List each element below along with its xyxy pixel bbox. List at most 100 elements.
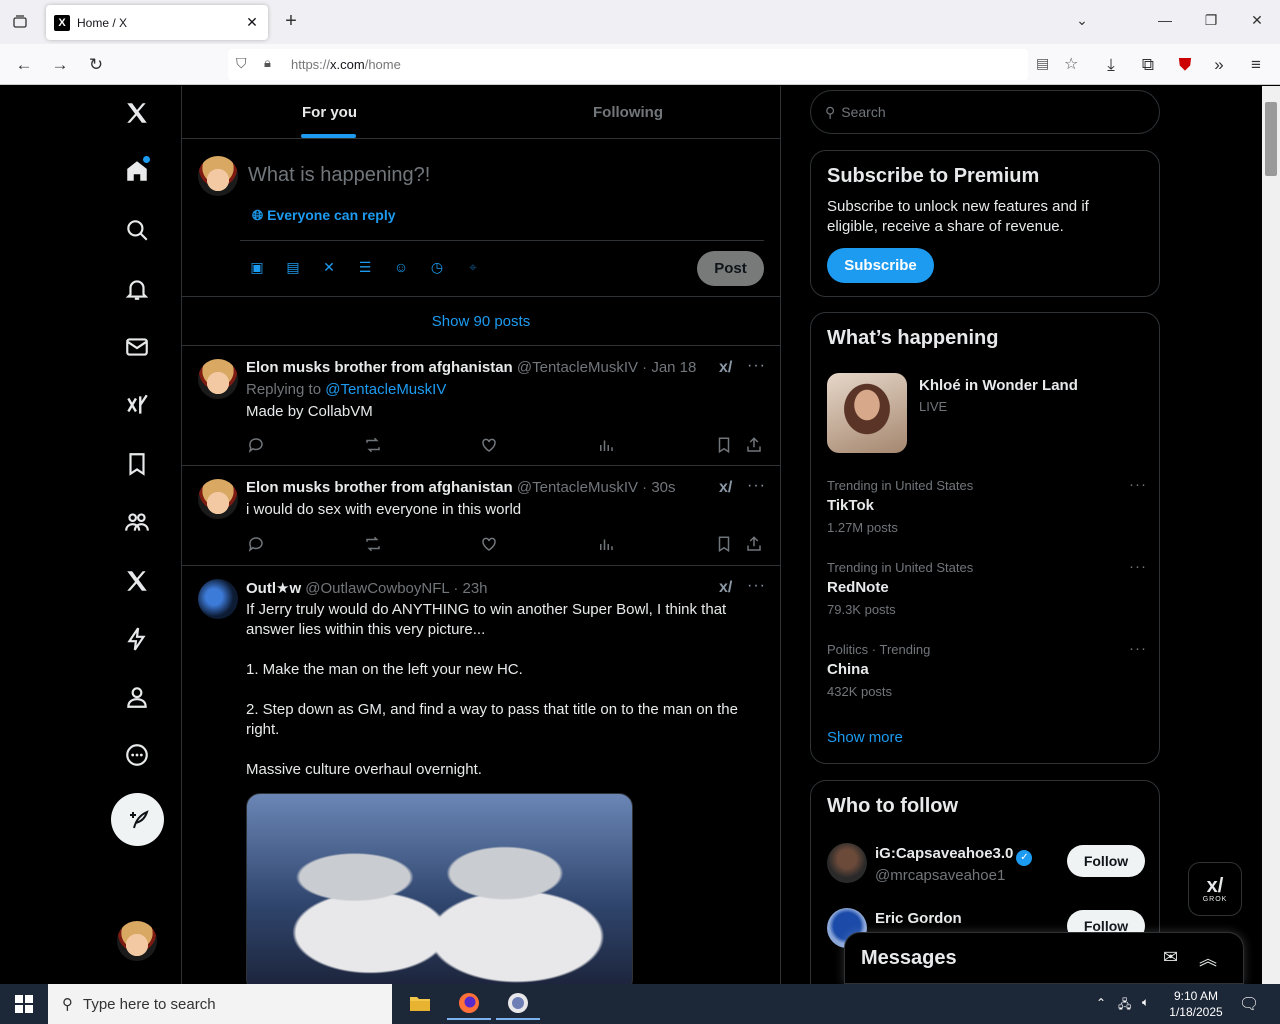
back-icon[interactable]: ← [12,53,36,77]
list-all-tabs-icon[interactable]: ⌄ [1072,12,1092,29]
show-hidden-icons-icon[interactable]: ⌃ [1096,996,1106,1010]
reader-view-icon[interactable]: ▤ [1036,55,1049,72]
lock-icon[interactable]: 🔒︎ [264,55,271,71]
communities-icon[interactable] [122,507,152,537]
bookmark-star-icon[interactable]: ☆ [1064,54,1078,74]
follow-suggestion[interactable]: iG:Capsaveahoe3.0 ✓ @mrcapsaveahoe1 Follo… [827,843,1145,887]
tweet-avatar[interactable] [198,579,238,619]
reply-setting[interactable]: 🌐︎ Everyone can reply [252,207,396,224]
tweet-avatar[interactable] [198,479,238,519]
taskbar-search-input[interactable]: ⚲ Type here to search [48,984,392,1024]
messages-drawer[interactable]: Messages ✉ ︽ [844,932,1244,984]
views-chart-icon[interactable] [596,534,616,554]
grok-icon[interactable] [122,390,152,420]
user-avatar[interactable] [827,843,867,883]
firefox-icon[interactable] [447,988,491,1020]
new-message-icon[interactable]: ✉ [1163,947,1178,968]
bookmarks-icon[interactable] [122,449,152,479]
tweet[interactable]: Outl★w @OutlawCowboyNFL · 23h x/ ··· If … [182,567,780,984]
compose-post-button[interactable] [111,793,164,846]
grok-floating-button[interactable]: x/ GROK [1188,862,1242,916]
grok-explain-icon[interactable]: x/ [719,359,732,377]
emoji-icon[interactable]: ☺ [392,258,410,276]
tweet-avatar[interactable] [198,359,238,399]
network-icon[interactable]: 🖧︎ [1118,995,1131,1016]
tab-for-you[interactable]: For you [302,104,357,121]
grok-explain-icon[interactable]: x/ [719,579,732,597]
schedule-icon[interactable]: ◷ [428,258,446,276]
subscribe-button[interactable]: Subscribe [827,248,934,283]
tweet-photo[interactable] [246,793,633,984]
live-event-image[interactable] [827,373,907,453]
show-new-posts-link[interactable]: Show 90 posts [182,298,780,346]
verified-orgs-lightning-icon[interactable] [122,624,152,654]
close-tab-icon[interactable]: ✕ [244,14,260,31]
poll-icon[interactable]: ☰ [356,258,374,276]
views-chart-icon[interactable] [596,435,616,455]
live-event-title[interactable]: Khloé in Wonder Land [919,377,1078,394]
trend-more-icon[interactable]: ··· [1129,476,1147,493]
follow-button[interactable]: Follow [1067,845,1145,877]
media-icon[interactable]: ▣ [248,258,266,276]
bookmark-icon[interactable] [714,435,734,455]
messages-envelope-icon[interactable] [122,332,152,362]
reload-icon[interactable]: ↻ [84,53,108,77]
system-clock[interactable]: 9:10 AM 1/18/2025 [1163,988,1229,1020]
trend-item[interactable]: Trending in United States TikTok 1.27M p… [827,476,1147,535]
repost-icon[interactable] [363,534,383,554]
grok-explain-icon[interactable]: x/ [719,479,732,497]
composer-avatar[interactable] [198,156,238,196]
like-heart-icon[interactable] [479,534,499,554]
notifications-bell-icon[interactable] [122,274,152,304]
account-avatar[interactable] [117,921,157,961]
explore-search-icon[interactable] [122,215,152,245]
bookmark-icon[interactable] [714,534,734,554]
ublock-icon[interactable]: ⛊ [1173,53,1197,77]
share-icon[interactable] [744,435,764,455]
forward-icon[interactable]: → [48,53,72,77]
search-input[interactable]: ⚲ Search [810,90,1160,134]
restore-icon[interactable]: ❐ [1201,12,1221,29]
shield-icon[interactable]: ⛉ [236,55,247,72]
new-tab-icon[interactable]: + [280,10,302,34]
minimize-icon[interactable]: — [1155,12,1175,28]
composer-input[interactable]: What is happening?! [248,164,430,187]
grok-compose-icon[interactable]: ✕ [320,258,338,276]
windows-start-icon[interactable] [0,984,48,1024]
reply-icon[interactable] [246,435,266,455]
tweet[interactable]: Elon musks brother from afghanistan @Ten… [182,347,780,466]
trend-item[interactable]: Politics · Trending China 432K posts ··· [827,640,1147,699]
gif-icon[interactable]: ▤ [284,258,302,276]
close-window-icon[interactable]: ✕ [1247,12,1267,29]
share-icon[interactable] [744,534,764,554]
x-logo-icon[interactable] [122,98,152,128]
expand-chevrons-icon[interactable]: ︽ [1199,945,1217,971]
location-icon[interactable]: ⌖ [464,258,482,276]
repost-icon[interactable] [363,435,383,455]
trend-item[interactable]: Trending in United States RedNote 79.3K … [827,558,1147,617]
more-icon[interactable]: ··· [747,477,766,495]
replying-to-link[interactable]: @TentacleMuskIV [325,381,446,398]
show-more-link[interactable]: Show more [827,729,903,746]
more-icon[interactable]: ··· [747,357,766,375]
browser-tab-active[interactable]: X Home / X ✕ [46,5,268,40]
trend-more-icon[interactable]: ··· [1129,558,1147,575]
premium-x-icon[interactable] [122,566,152,596]
reply-icon[interactable] [246,534,266,554]
more-tools-icon[interactable]: » [1207,53,1231,77]
firefox-profile-icon[interactable] [496,988,540,1020]
scrollbar-thumb[interactable] [1265,102,1277,176]
extensions-icon[interactable]: ⧉ [1136,53,1160,77]
post-button[interactable]: Post [697,251,764,286]
tab-following[interactable]: Following [593,104,663,121]
file-explorer-icon[interactable] [398,988,442,1020]
downloads-icon[interactable]: ⤓ [1099,53,1123,77]
home-icon[interactable] [122,156,152,186]
tab-list-icon[interactable] [8,10,32,34]
volume-icon[interactable]: 🔈︎ [1142,995,1149,1010]
tweet[interactable]: Elon musks brother from afghanistan @Ten… [182,467,780,566]
trend-more-icon[interactable]: ··· [1129,640,1147,657]
more-icon[interactable]: ··· [747,577,766,595]
more-options-icon[interactable] [122,740,152,770]
notifications-center-icon[interactable]: 🗨︎ [1239,994,1259,1014]
